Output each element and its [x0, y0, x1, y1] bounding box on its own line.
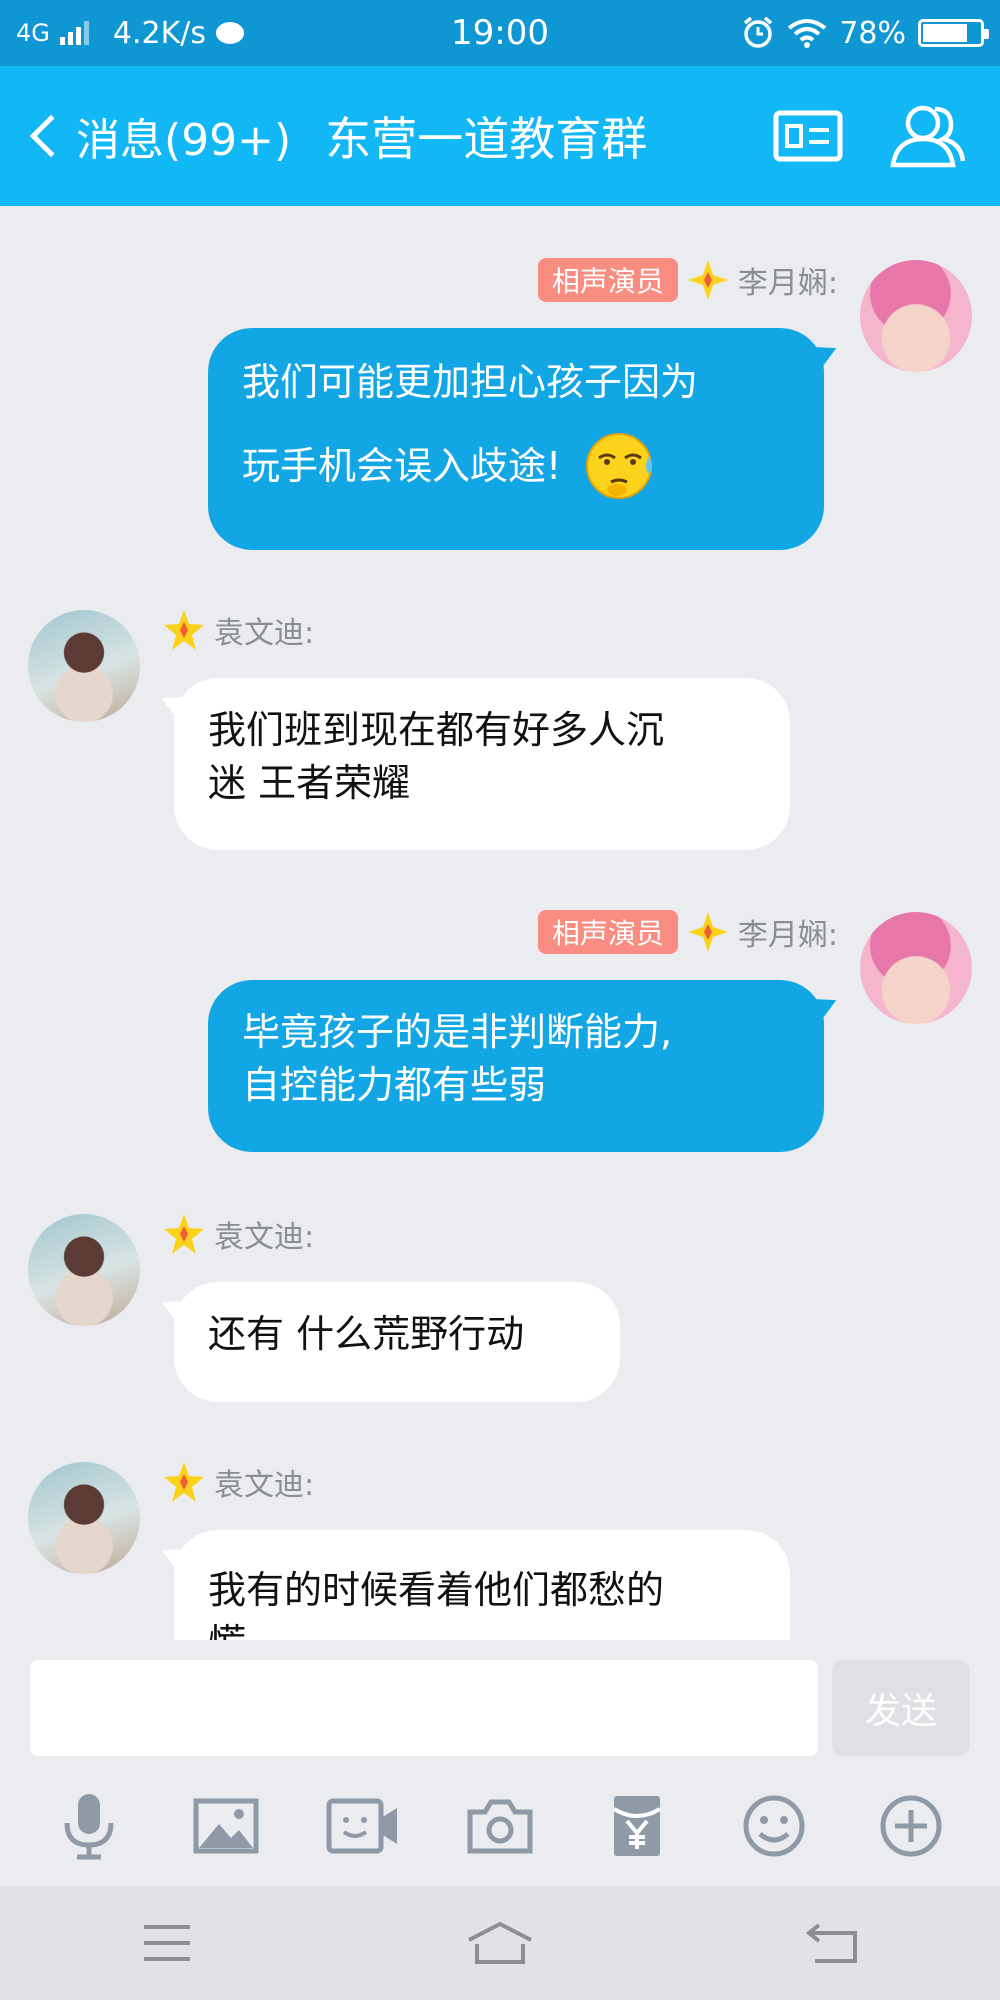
chat-notification-icon [216, 22, 244, 44]
network-type: 4G [16, 19, 50, 47]
message-bubble[interactable]: 毕竟孩子的是非判断能力, 自控能力都有些弱 [208, 980, 824, 1152]
member-title-badge: 相声演员 [537, 910, 678, 954]
message-bubble[interactable]: 我有的时候看着他们都愁的 慌 [174, 1530, 790, 1640]
voice-button[interactable] [49, 1786, 129, 1866]
title-bar: 消息(99+) 东营一道教育群 [0, 66, 1000, 206]
system-nav-bar [0, 1886, 1000, 2000]
message-line: 还有 什么荒野行动 [208, 1312, 525, 1356]
sweat-face-emoji-icon [586, 433, 653, 499]
star-badge-icon [164, 1462, 204, 1502]
send-button[interactable]: 发送 [832, 1660, 970, 1756]
id-card-icon [773, 110, 843, 162]
clock: 19:00 [451, 13, 549, 53]
message-line: 自控能力都有些弱 [242, 1063, 547, 1108]
back-nav-button[interactable] [788, 1908, 878, 1978]
network-speed: 4.2K/s [112, 15, 206, 51]
star-badge-icon [164, 1214, 204, 1254]
menu-button[interactable] [122, 1908, 212, 1978]
star-badge-icon [164, 610, 204, 650]
chevron-left-icon [29, 114, 73, 158]
camera-button[interactable] [460, 1786, 540, 1866]
image-button[interactable] [186, 1786, 266, 1866]
sender-name: 李月娴: [737, 918, 838, 953]
message-line: 慌 [208, 1617, 756, 1640]
message-line: 我们班到现在都有好多人沉 [208, 708, 665, 752]
avatar[interactable] [28, 610, 140, 722]
microphone-icon [64, 1794, 114, 1860]
red-packet-button[interactable] [597, 1786, 677, 1866]
status-bar: 4G 4.2K/s 19:00 78% [0, 0, 1000, 66]
input-bar: 发送 [0, 1640, 1000, 1766]
message-input[interactable] [30, 1660, 818, 1756]
member-title-badge: 相声演员 [537, 258, 678, 302]
camera-icon [467, 1799, 533, 1854]
avatar[interactable] [860, 912, 972, 1024]
emoji-icon [743, 1795, 805, 1857]
sender-meta: 袁文迪: [162, 1212, 314, 1256]
message-line: 迷 王者荣耀 [208, 761, 411, 806]
menu-icon [143, 1925, 190, 1961]
red-packet-icon [613, 1796, 662, 1856]
back-label: 消息(99+) [76, 115, 292, 166]
sender-name: 袁文迪: [214, 616, 315, 651]
sender-name: 袁文迪: [214, 1220, 315, 1255]
diamond-badge-icon [687, 912, 728, 952]
wifi-icon [788, 19, 827, 48]
home-button[interactable] [455, 1908, 545, 1978]
home-icon [468, 1921, 532, 1964]
sender-meta: 袁文迪: [162, 608, 314, 652]
image-icon [193, 1798, 259, 1854]
video-call-icon [326, 1798, 397, 1854]
sender-name: 袁文迪: [214, 1468, 315, 1503]
signal-icon [59, 21, 89, 45]
message-bubble[interactable]: 还有 什么荒野行动 [174, 1282, 620, 1402]
more-button[interactable] [871, 1786, 951, 1866]
people-icon [890, 105, 966, 168]
message-line: 玩手机会误入歧途! [242, 444, 562, 488]
back-icon [806, 1923, 858, 1963]
message-bubble[interactable]: 我们可能更加担心孩子因为 玩手机会误入歧途! [208, 328, 824, 550]
avatar[interactable] [860, 260, 972, 372]
sender-meta: 相声演员 李月娴: [537, 910, 838, 954]
message-line: 毕竟孩子的是非判断能力, [242, 1010, 673, 1054]
back-button[interactable]: 消息(99+) [0, 66, 291, 206]
message-line: 我们可能更加担心孩子因为 [242, 360, 699, 404]
avatar[interactable] [28, 1214, 140, 1326]
avatar[interactable] [28, 1462, 140, 1574]
input-toolbar [0, 1766, 1000, 1886]
message-line: 我有的时候看着他们都愁的 [208, 1568, 665, 1612]
alarm-icon [744, 16, 773, 48]
sender-name: 李月娴: [737, 266, 838, 301]
battery-percent: 78% [839, 15, 906, 51]
group-members-button[interactable] [880, 88, 976, 184]
diamond-badge-icon [687, 260, 728, 300]
video-call-button[interactable] [323, 1786, 403, 1866]
plus-icon [880, 1795, 942, 1857]
message-bubble[interactable]: 我们班到现在都有好多人沉 迷 王者荣耀 [174, 678, 790, 850]
page-title: 东营一道教育群 [325, 112, 648, 166]
group-info-button[interactable] [760, 88, 856, 184]
battery-icon [918, 19, 989, 47]
sender-meta: 相声演员 李月娴: [537, 258, 838, 302]
sender-meta: 袁文迪: [162, 1460, 314, 1504]
chat-area[interactable]: 相声演员 李月娴: 我们可能更加担心孩子因为 玩手机会误入歧途! 袁文迪: 我们… [0, 206, 1000, 1640]
emoji-button[interactable] [734, 1786, 814, 1866]
